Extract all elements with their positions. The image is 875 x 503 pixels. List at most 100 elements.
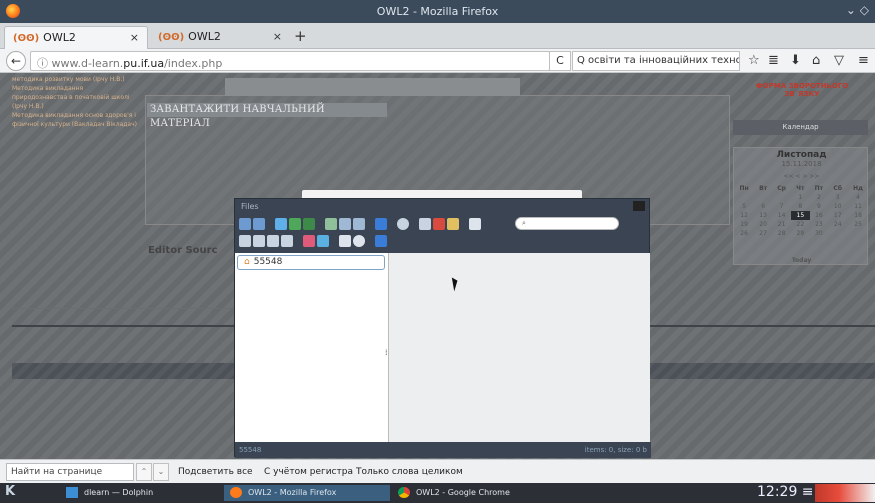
new-folder-icon[interactable] — [325, 218, 337, 230]
calendar-day[interactable]: 10 — [828, 202, 847, 211]
calendar-day[interactable]: 21 — [772, 220, 791, 229]
calendar-day[interactable]: 11 — [847, 202, 869, 211]
find-previous-button[interactable]: ⌃ — [136, 463, 152, 481]
view-icon[interactable] — [397, 218, 409, 230]
calendar-day[interactable]: 30 — [810, 229, 829, 238]
calendar-day[interactable]: 25 — [847, 220, 869, 229]
calendar-day[interactable]: 6 — [754, 202, 772, 211]
link-item[interactable]: (Ірчу Н.В.) — [12, 102, 142, 111]
editor-toolbar[interactable] — [225, 78, 520, 96]
link-item[interactable]: фізичної культури (Вакладач Вікладач) — [12, 120, 142, 129]
find-next-button[interactable]: ⌄ — [153, 463, 169, 481]
reading-list-icon[interactable]: ≣ — [768, 53, 779, 68]
calendar-nav[interactable]: << < > >> — [734, 173, 869, 180]
task-chrome[interactable]: OWL2 - Google Chrome — [392, 485, 558, 501]
calendar-day[interactable]: 27 — [754, 229, 772, 238]
task-dolphin[interactable]: dlearn — Dolphin — [60, 485, 210, 501]
close-tab-icon[interactable]: × — [273, 30, 282, 43]
new-tab-button[interactable]: + — [294, 27, 307, 45]
bookmark-star-icon[interactable]: ☆ — [748, 53, 760, 68]
highlight-all-option[interactable]: Подсветить все — [178, 467, 253, 477]
forward-icon[interactable] — [253, 218, 265, 230]
calendar-day[interactable]: 15 — [791, 211, 810, 220]
find-input[interactable]: Найти на странице — [6, 463, 134, 481]
feedback-form-link[interactable]: ФОРМА ЗВОРОТНЬОГО ЗВ`ЯЗКУ — [737, 82, 867, 98]
resize-icon[interactable] — [281, 235, 293, 247]
close-tab-icon[interactable]: × — [130, 31, 139, 44]
calendar-day[interactable]: 14 — [772, 211, 791, 220]
delete-icon[interactable] — [469, 218, 481, 230]
home-icon[interactable] — [303, 218, 315, 230]
link-item[interactable]: методика розвитку мови (Ірчу Н.В.) — [12, 75, 142, 84]
file-list-area[interactable] — [389, 253, 650, 442]
calendar-day[interactable]: 16 — [810, 211, 829, 220]
calendar-day[interactable]: 18 — [847, 211, 869, 220]
cut-icon[interactable] — [433, 218, 445, 230]
calendar-day[interactable]: 13 — [754, 211, 772, 220]
match-case-option[interactable]: С учётом регистра — [264, 467, 353, 477]
link-item[interactable]: Методика викладання основ здоров'я і — [12, 111, 142, 120]
tab-owl2-1[interactable]: (ʘʘ) OWL2 × — [4, 26, 148, 49]
info-icon[interactable] — [375, 218, 387, 230]
clock[interactable]: 12:29 ≡ — [757, 484, 814, 500]
calendar-day[interactable]: 17 — [828, 211, 847, 220]
editor-mode-tabs[interactable]: Editor Sourc — [148, 245, 218, 256]
window-controls[interactable]: ⌄ ◇ — [846, 3, 869, 17]
paste-icon[interactable] — [447, 218, 459, 230]
dialog-search-input[interactable]: ⌕ — [515, 217, 619, 230]
new-file-icon[interactable] — [339, 218, 351, 230]
url-bar[interactable]: ⓘ www.d-learn.pu.if.ua/index.php — [30, 51, 550, 71]
back-icon[interactable] — [239, 218, 251, 230]
edit-icon[interactable] — [267, 235, 279, 247]
calendar-day[interactable]: 23 — [810, 220, 829, 229]
back-button[interactable]: ← — [6, 51, 26, 71]
help-icon[interactable] — [375, 235, 387, 247]
menu-icon[interactable]: ≡ — [858, 53, 869, 68]
kde-start-icon[interactable]: K — [5, 484, 15, 499]
today-button[interactable]: Today — [734, 257, 869, 264]
tab-owl2-2[interactable]: (ʘʘ) OWL2 × — [150, 26, 290, 49]
archive-icon[interactable] — [317, 235, 329, 247]
home-icon[interactable]: ⌂ — [812, 53, 820, 68]
pocket-icon[interactable]: ▽ — [834, 53, 844, 68]
calendar-day[interactable]: 8 — [791, 202, 809, 211]
calendar-day[interactable]: 22 — [791, 220, 809, 229]
calendar-day[interactable]: 9 — [810, 202, 829, 211]
calendar-day[interactable]: 3 — [828, 193, 847, 202]
copy-icon[interactable] — [419, 218, 431, 230]
reload-button[interactable]: C — [549, 51, 571, 71]
calendar-day[interactable]: 5 — [734, 202, 754, 211]
search-bar[interactable]: Q освіти та інноваційних технологій → — [572, 51, 740, 71]
link-item[interactable]: Методика викладання — [12, 84, 142, 93]
extract-icon[interactable] — [303, 235, 315, 247]
calendar-day[interactable]: 29 — [791, 229, 809, 238]
tree-root-folder[interactable]: ⌂ 55548 — [237, 255, 385, 270]
rename-icon[interactable] — [253, 235, 265, 247]
calendar-day[interactable]: 4 — [847, 193, 869, 202]
calendar-day[interactable]: 7 — [772, 202, 791, 211]
calendar-day[interactable]: 12 — [734, 211, 754, 220]
calendar-day[interactable]: 1 — [791, 193, 809, 202]
up-icon[interactable] — [275, 218, 287, 230]
calendar-day[interactable]: 24 — [828, 220, 847, 229]
sort-icon[interactable] — [353, 235, 365, 247]
url-path: /index.php — [164, 57, 223, 70]
reload-icon[interactable] — [289, 218, 301, 230]
duplicate-icon[interactable] — [239, 235, 251, 247]
whole-words-option[interactable]: Только слова целиком — [356, 467, 463, 477]
download-icon[interactable]: ⬇ — [790, 53, 801, 68]
calendar-day[interactable]: 26 — [734, 229, 754, 238]
upload-icon[interactable] — [353, 218, 365, 230]
calendar-day[interactable]: 20 — [754, 220, 772, 229]
firefox-icon — [230, 487, 242, 498]
load-material-heading[interactable]: ЗАВАНТАЖИТИ НАВЧАЛЬНИЙ МАТЕРІАЛ — [147, 103, 387, 129]
splitter-handle[interactable]: ⁞ — [385, 348, 388, 357]
calendar-day[interactable]: 28 — [772, 229, 791, 238]
weekday-label: Вт — [759, 185, 768, 192]
task-firefox[interactable]: OWL2 - Mozilla Firefox — [224, 485, 390, 501]
calendar-day[interactable]: 19 — [734, 220, 754, 229]
link-item[interactable]: природознавства в початковій школі — [12, 93, 142, 102]
list-view-icon[interactable] — [339, 235, 351, 247]
close-icon[interactable] — [633, 201, 645, 211]
calendar-day[interactable]: 2 — [810, 193, 829, 202]
